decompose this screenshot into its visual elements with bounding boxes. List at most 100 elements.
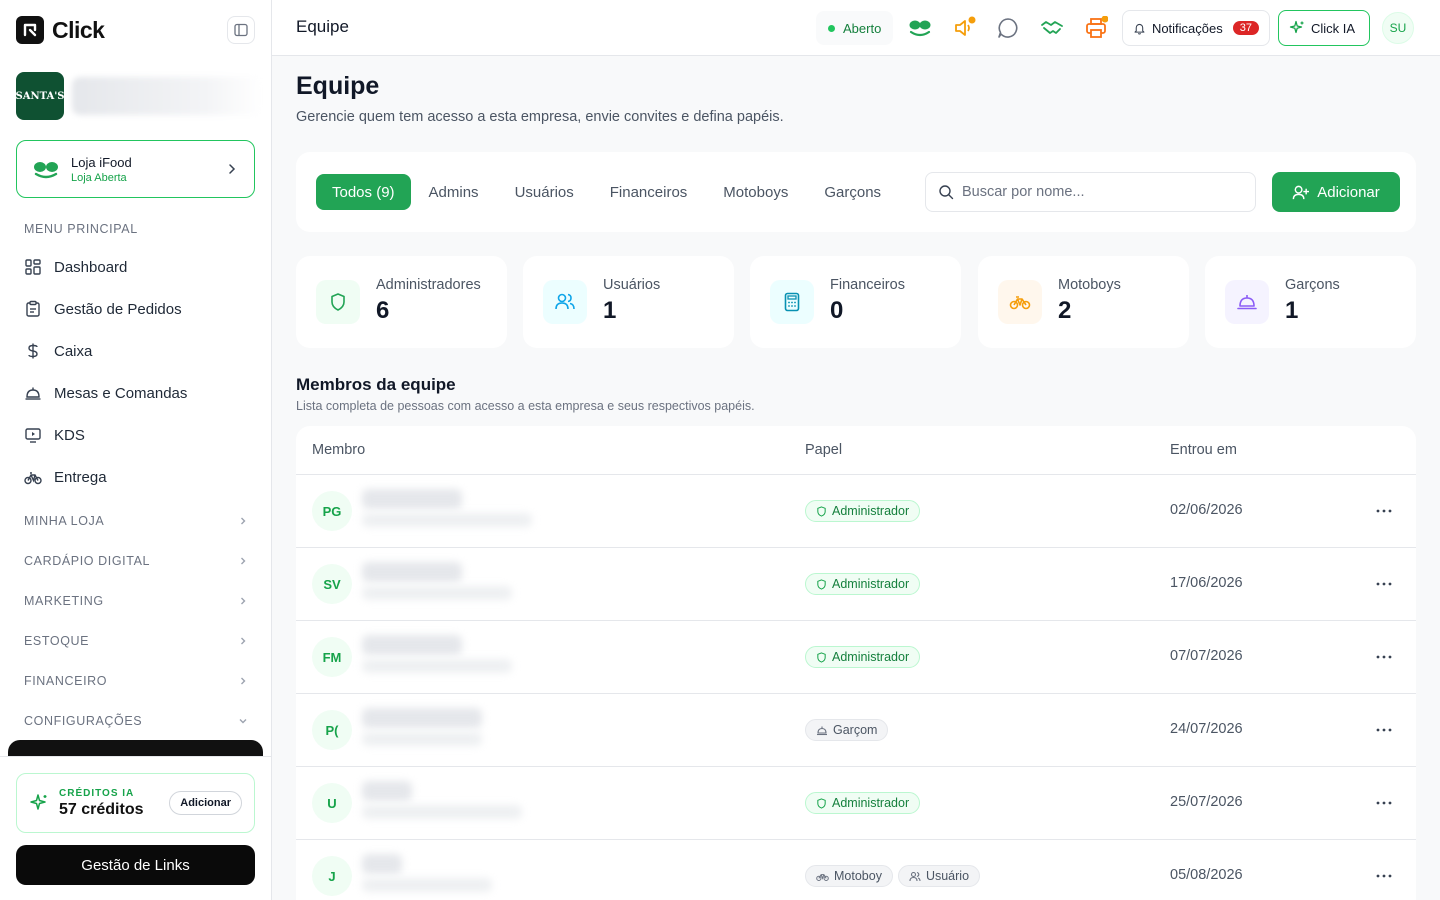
tab-admins[interactable]: Admins xyxy=(411,174,497,210)
member-roles: Motoboy Usuário xyxy=(805,865,981,887)
search-input[interactable] xyxy=(962,184,1242,200)
member-joined-date: 17/06/2026 xyxy=(1170,575,1243,591)
sidebar-toggle-icon xyxy=(234,23,248,37)
shield-icon xyxy=(817,578,826,590)
more-horizontal-icon xyxy=(1376,874,1392,878)
add-member-button[interactable]: Adicionar xyxy=(1272,172,1400,212)
role-label: Administrador xyxy=(832,504,910,518)
sidebar-item-orders[interactable]: Gestão de Pedidos xyxy=(24,300,182,318)
group-label: FINANCEIRO xyxy=(24,674,108,688)
table-row[interactable]: P( Garçom 24/07/2026 xyxy=(296,694,1416,767)
tab-users[interactable]: Usuários xyxy=(497,174,592,210)
chevron-right-icon xyxy=(241,597,246,605)
group-label: MINHA LOJA xyxy=(24,514,105,528)
chevron-down-icon xyxy=(239,719,247,724)
ifood-icon[interactable] xyxy=(908,16,932,40)
table-row[interactable]: SV Administrador 17/06/2026 xyxy=(296,548,1416,621)
sound-icon[interactable] xyxy=(952,16,976,40)
stat-card-couriers[interactable]: Motoboys 2 xyxy=(978,256,1189,348)
sidebar-group-marketing[interactable]: MARKETING xyxy=(24,594,248,608)
role-label: Administrador xyxy=(832,577,910,591)
add-credits-button[interactable]: Adicionar xyxy=(169,791,242,815)
user-avatar[interactable]: SU xyxy=(1382,12,1414,44)
credits-value: 57 créditos xyxy=(59,800,144,818)
member-name-blurred xyxy=(362,708,482,728)
column-header-member[interactable]: Membro xyxy=(312,442,365,458)
sidebar-item-cashier[interactable]: Caixa xyxy=(24,342,92,360)
chevron-right-icon xyxy=(241,637,246,645)
tab-couriers[interactable]: Motoboys xyxy=(705,174,806,210)
sidebar-item-delivery[interactable]: Entrega xyxy=(24,468,107,486)
tab-all[interactable]: Todos (9) xyxy=(316,174,411,210)
search-field[interactable] xyxy=(925,172,1256,212)
member-email-blurred xyxy=(362,732,482,746)
notifications-button[interactable]: Notificações 37 xyxy=(1122,10,1270,46)
role-tabs: Todos (9) Admins Usuários Financeiros Mo… xyxy=(316,172,899,212)
sidebar-group-financeiro[interactable]: FINANCEIRO xyxy=(24,674,248,688)
ifood-icon xyxy=(34,162,58,179)
collapse-sidebar-button[interactable] xyxy=(227,16,255,44)
sidebar-group-minha-loja[interactable]: MINHA LOJA xyxy=(24,514,248,528)
store-status: Loja Aberta xyxy=(71,171,127,184)
row-actions-button[interactable] xyxy=(1372,866,1396,886)
column-header-role[interactable]: Papel xyxy=(805,442,842,458)
cloche-icon xyxy=(817,726,827,735)
table-row[interactable]: PG Administrador 02/06/2026 xyxy=(296,475,1416,548)
dollar-icon xyxy=(28,343,38,359)
sidebar-item-tables[interactable]: Mesas e Comandas xyxy=(24,384,187,402)
printer-icon[interactable] xyxy=(1084,16,1108,40)
table-row[interactable]: J Motoboy Usuário 05/08/2026 xyxy=(296,840,1416,900)
chevron-right-icon xyxy=(229,164,236,174)
ai-credits-card: CRÉDITOS IA 57 créditos Adicionar xyxy=(16,773,255,833)
brand-logo[interactable]: Click xyxy=(16,16,105,44)
status-dot xyxy=(828,24,835,32)
row-actions-button[interactable] xyxy=(1372,574,1396,594)
row-actions-button[interactable] xyxy=(1372,647,1396,667)
tab-financial[interactable]: Financeiros xyxy=(592,174,706,210)
bell-icon xyxy=(1134,23,1145,34)
role-label: Usuário xyxy=(925,869,970,883)
sidebar-group-estoque[interactable]: ESTOQUE xyxy=(24,634,248,648)
role-label: Administrador xyxy=(832,796,910,810)
bike-icon xyxy=(998,280,1042,324)
company-selector[interactable]: SANTA'S xyxy=(15,72,262,120)
row-actions-button[interactable] xyxy=(1372,720,1396,740)
row-actions-button[interactable] xyxy=(1372,501,1396,521)
store-card[interactable]: Loja iFood Loja Aberta xyxy=(16,140,255,198)
main-menu-title: MENU PRINCIPAL xyxy=(24,222,138,236)
stat-card-admins[interactable]: Administradores 6 xyxy=(296,256,507,348)
member-name-blurred xyxy=(362,489,462,509)
stat-card-users[interactable]: Usuários 1 xyxy=(523,256,734,348)
sidebar-group-cardapio[interactable]: CARDÁPIO DIGITAL xyxy=(24,554,248,568)
handshake-icon[interactable] xyxy=(1040,16,1064,40)
sidebar-group-configuracoes[interactable]: CONFIGURAÇÕES xyxy=(24,714,248,728)
row-actions-button[interactable] xyxy=(1372,793,1396,813)
chat-icon[interactable] xyxy=(996,16,1020,40)
header-title: Equipe xyxy=(296,17,349,36)
links-management-button[interactable]: Gestão de Links xyxy=(16,845,255,885)
member-joined-date: 25/07/2026 xyxy=(1170,794,1243,810)
table-row[interactable]: FM Administrador 07/07/2026 xyxy=(296,621,1416,694)
store-status-badge[interactable]: Aberto xyxy=(816,11,894,45)
shield-icon xyxy=(817,797,826,809)
sidebar-item-dashboard[interactable]: Dashboard xyxy=(24,258,127,276)
stat-label: Garçons xyxy=(1285,277,1340,293)
notifications-label: Notificações xyxy=(1151,20,1223,36)
column-header-joined[interactable]: Entrou em xyxy=(1170,442,1237,458)
sidebar-item-kds[interactable]: KDS xyxy=(24,426,85,444)
group-label: MARKETING xyxy=(24,594,104,608)
click-ai-button[interactable]: Click IA xyxy=(1278,10,1370,46)
member-joined-date: 24/07/2026 xyxy=(1170,721,1243,737)
stat-card-financial[interactable]: Financeiros 0 xyxy=(750,256,961,348)
page-subtitle: Gerencie quem tem acesso a esta empresa,… xyxy=(296,109,784,125)
members-section-title: Membros da equipe xyxy=(296,375,456,394)
store-name: Loja iFood xyxy=(71,154,132,170)
role-badge: Administrador xyxy=(805,500,921,522)
table-row[interactable]: U Administrador 25/07/2026 xyxy=(296,767,1416,840)
sidebar-item-label: KDS xyxy=(54,426,85,444)
member-email-blurred xyxy=(362,513,532,527)
stat-card-waiters[interactable]: Garçons 1 xyxy=(1205,256,1416,348)
member-email-blurred xyxy=(362,805,522,819)
calculator-icon xyxy=(770,280,814,324)
tab-waiters[interactable]: Garçons xyxy=(806,174,899,210)
